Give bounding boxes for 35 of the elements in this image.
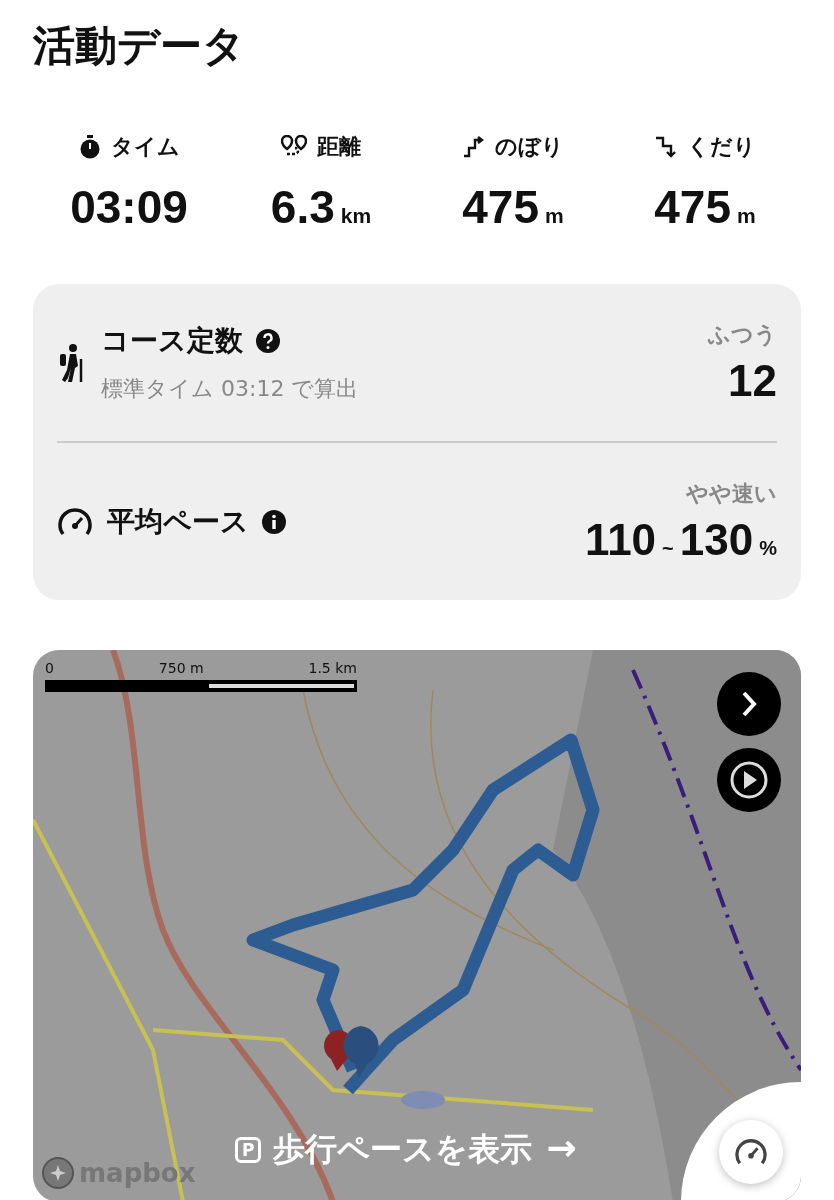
descent-arrow-icon: [654, 136, 677, 158]
pace-unit: %: [759, 536, 777, 560]
page-title: 活動データ: [33, 20, 246, 72]
parking-badge: P: [235, 1136, 262, 1163]
speedometer-icon: [734, 1137, 768, 1167]
stat-label: タイム: [110, 133, 180, 161]
stat-unit: km: [340, 204, 372, 228]
scale-label: 1.5 km: [308, 660, 357, 676]
section-subtitle: 標準タイム 03:12 で算出: [101, 374, 360, 403]
scale-label: 750 m: [158, 660, 204, 676]
range-separator: ~: [662, 536, 674, 560]
stat-value: 475: [462, 180, 540, 234]
section-title: 平均ペース: [107, 503, 249, 540]
rating-label: やや速い: [686, 479, 777, 508]
speedometer-icon: [57, 505, 93, 538]
stopwatch-icon: [78, 135, 101, 159]
stat-unit: m: [737, 204, 756, 228]
info-icon[interactable]: [261, 508, 287, 535]
stat-value: 6.3: [270, 180, 335, 234]
course-value: 12: [728, 355, 777, 406]
mapbox-logo-icon: [41, 1156, 75, 1190]
scale-label: 0: [45, 660, 54, 676]
rating-label: ふつう: [708, 320, 777, 349]
ascent-arrow-icon: [462, 136, 485, 158]
stat-value: 03:09: [70, 180, 188, 234]
play-icon: [729, 760, 769, 800]
stat-label: 距離: [317, 133, 361, 161]
stat-unit: m: [545, 204, 564, 228]
section-title: コース定数: [101, 322, 243, 359]
stat-label: くだり: [686, 133, 756, 161]
stat-label: のぼり: [494, 133, 564, 161]
pace-low-value: 110: [585, 514, 657, 565]
help-icon[interactable]: [255, 327, 281, 354]
pace-high-value: 130: [679, 514, 754, 565]
stat-value: 475: [654, 180, 732, 234]
